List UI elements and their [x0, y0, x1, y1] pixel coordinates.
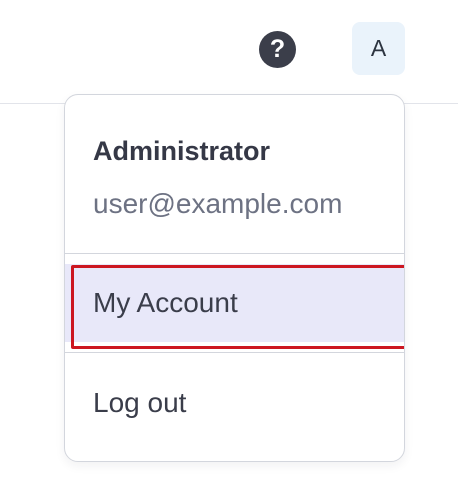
help-button[interactable]: ? — [259, 31, 296, 68]
avatar-initial: A — [370, 35, 387, 61]
user-avatar-button[interactable]: A — [352, 22, 405, 75]
page: ? A Administrator user@example.com My Ac… — [0, 0, 458, 494]
user-name: Administrator — [93, 136, 271, 166]
user-dropdown-menu: Administrator user@example.com My Accoun… — [64, 94, 405, 462]
my-account-menu-item[interactable]: My Account — [65, 264, 404, 349]
menu-divider — [65, 253, 404, 254]
question-mark-icon: ? — [269, 35, 286, 63]
menu-divider — [65, 352, 404, 353]
user-email: user@example.com — [93, 188, 343, 219]
log-out-menu-item[interactable]: Log out — [65, 363, 404, 443]
top-navbar: ? A — [0, 0, 458, 104]
